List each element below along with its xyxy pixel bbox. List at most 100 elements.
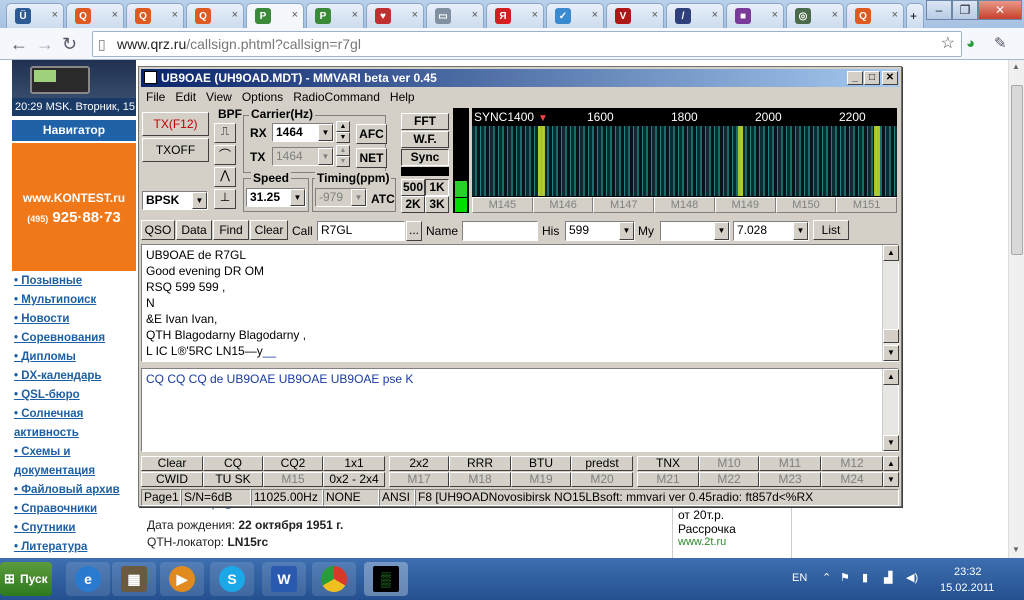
find-button[interactable]: Find xyxy=(213,220,249,240)
macro-button[interactable]: 1x1 xyxy=(323,456,385,471)
timing-input[interactable]: -979 ▼ xyxy=(315,188,367,207)
nav-item[interactable]: • Солнечная xyxy=(12,405,136,424)
menu-item-file[interactable]: File xyxy=(141,88,170,106)
macro-button[interactable]: RRR xyxy=(449,456,511,471)
scroll-down-icon[interactable]: ▼ xyxy=(883,435,899,451)
my-rst-input[interactable]: ▼ xyxy=(660,221,730,241)
macro-button[interactable]: M17 xyxy=(389,472,449,487)
nav-item[interactable]: • Спутники xyxy=(12,519,136,538)
nav-item[interactable]: • Схемы и xyxy=(12,443,136,462)
battery-icon[interactable]: ▮ xyxy=(862,571,868,584)
bpf-medium-button[interactable]: ⌒ xyxy=(214,145,236,165)
waterfall-display[interactable]: SYNC1400 1600 1800 2000 2200 ▼ M145 M146 M… xyxy=(472,108,898,213)
scroll-thumb[interactable] xyxy=(883,329,899,343)
close-tab-icon[interactable]: × xyxy=(652,9,658,21)
mode-select[interactable]: BPSK ▼ xyxy=(142,191,208,210)
waterfall-body[interactable] xyxy=(472,126,897,196)
rx-scrollbar[interactable]: ▲ ▼ xyxy=(882,245,899,361)
tx-button[interactable]: TX(F12) xyxy=(142,112,209,136)
close-tab-icon[interactable]: × xyxy=(352,9,358,21)
browser-tab[interactable]: Q × xyxy=(126,3,184,28)
close-tab-icon[interactable]: × xyxy=(292,9,298,21)
browser-tab[interactable]: V × xyxy=(606,3,664,28)
bw-2k-button[interactable]: 2K xyxy=(401,196,425,213)
page-scrollbar[interactable]: ▲ ▼ xyxy=(1008,60,1024,558)
band-select[interactable]: 7.028 ▼ xyxy=(733,221,809,241)
macro-button[interactable]: M20 xyxy=(571,472,633,487)
bpf-sharp-button[interactable]: ⊥ xyxy=(214,189,236,209)
nav-item[interactable]: • QSL-бюро xyxy=(12,386,136,405)
clock-time[interactable]: 23:32 xyxy=(954,566,982,578)
rx-up-button[interactable]: ▲ xyxy=(336,121,350,132)
macro-button[interactable]: CWID xyxy=(141,472,203,487)
skype-icon[interactable]: S xyxy=(210,562,254,596)
mmvari-title-bar[interactable]: UB9OAE (UH9OAD.MDT) - MMVARI beta ver 0.… xyxy=(141,69,899,87)
browser-tab[interactable]: Ü × xyxy=(6,3,64,28)
close-window-button[interactable]: ✕ xyxy=(978,0,1022,20)
close-tab-icon[interactable]: × xyxy=(412,9,418,21)
macro-button[interactable]: M10 xyxy=(699,456,759,471)
browser-tab[interactable]: ◎ × xyxy=(786,3,844,28)
waterfall-marker-button[interactable]: M145 xyxy=(472,197,533,213)
nav-item[interactable]: активность xyxy=(12,424,136,443)
browser-tab[interactable]: Q × xyxy=(66,3,124,28)
show-hidden-icons-icon[interactable]: ⌃ xyxy=(822,571,831,584)
tx-frequency-input[interactable]: 1464 ▼ xyxy=(272,147,334,166)
sync-button[interactable]: Sync xyxy=(401,149,449,166)
macro-button[interactable]: M24 xyxy=(821,472,883,487)
scroll-down-icon[interactable]: ▼ xyxy=(883,345,899,361)
rx-text-area[interactable]: UB9OAE de R7GL Good evening DR OM RSQ 599 … xyxy=(141,244,899,362)
macro-button[interactable]: CQ2 xyxy=(263,456,323,471)
minimize-window-button[interactable]: – xyxy=(926,0,952,20)
mmvari-maximize-button[interactable]: □ xyxy=(864,71,880,85)
scroll-thumb[interactable] xyxy=(1011,85,1023,255)
browser-tab[interactable]: Я × xyxy=(486,3,544,28)
list-button[interactable]: List xyxy=(813,220,849,240)
nav-item[interactable]: • Файловый архив xyxy=(12,481,136,500)
nav-item[interactable]: • Литература xyxy=(12,538,136,557)
menu-item-view[interactable]: View xyxy=(201,88,237,106)
language-indicator[interactable]: EN xyxy=(792,572,807,584)
macro-page-up-icon[interactable]: ▲ xyxy=(883,456,899,471)
nav-item[interactable]: • Новости xyxy=(12,310,136,329)
mmvari-icon[interactable]: ▒ xyxy=(364,562,408,596)
mmvari-minimize-button[interactable]: _ xyxy=(847,71,863,85)
macro-button[interactable]: TU SK xyxy=(203,472,263,487)
waterfall-marker-button[interactable]: M149 xyxy=(714,197,776,213)
close-tab-icon[interactable]: × xyxy=(52,9,58,21)
waterfall-marker-button[interactable]: M150 xyxy=(775,197,837,213)
macro-button[interactable]: M15 xyxy=(263,472,323,487)
rx-down-button[interactable]: ▼ xyxy=(336,132,350,143)
tx-down-button[interactable]: ▼ xyxy=(336,156,350,167)
rx-frequency-input[interactable]: 1464 ▼ xyxy=(272,123,334,142)
browser-tab[interactable]: Q × xyxy=(186,3,244,28)
waterfall-marker-button[interactable]: M148 xyxy=(654,197,715,213)
chrome-icon[interactable] xyxy=(312,562,356,596)
mmvari-close-button[interactable]: ✕ xyxy=(882,71,898,85)
start-button[interactable]: ⊞ Пуск xyxy=(0,562,52,596)
close-tab-icon[interactable]: × xyxy=(172,9,178,21)
his-rst-input[interactable]: 599 ▼ xyxy=(565,221,635,241)
close-tab-icon[interactable]: × xyxy=(892,9,898,21)
browser-tab[interactable]: / × xyxy=(666,3,724,28)
close-tab-icon[interactable]: × xyxy=(232,9,238,21)
browser-tab[interactable]: ▭ × xyxy=(426,3,484,28)
macro-button[interactable]: TNX xyxy=(637,456,699,471)
close-tab-icon[interactable]: × xyxy=(772,9,778,21)
scroll-up-icon[interactable]: ▲ xyxy=(883,369,899,385)
menu-item-radiocommand[interactable]: RadioCommand xyxy=(288,88,385,106)
waterfall-button[interactable]: W.F. xyxy=(401,131,449,148)
macro-button[interactable]: 2x2 xyxy=(389,456,449,471)
close-tab-icon[interactable]: × xyxy=(112,9,118,21)
restore-window-button[interactable]: ❐ xyxy=(952,0,978,20)
waterfall-marker-button[interactable]: M151 xyxy=(836,197,898,213)
tx-scrollbar[interactable]: ▲ ▼ xyxy=(882,369,899,451)
clock-date[interactable]: 15.02.2011 xyxy=(940,582,994,594)
close-tab-icon[interactable]: × xyxy=(472,9,478,21)
net-button[interactable]: NET xyxy=(356,148,387,168)
extension-icon[interactable]: ◕ xyxy=(966,33,975,55)
fft-button[interactable]: FFT xyxy=(401,113,449,130)
nav-item[interactable]: документация xyxy=(12,462,136,481)
word-icon[interactable]: W xyxy=(262,562,306,596)
macro-button[interactable]: BTU xyxy=(511,456,571,471)
